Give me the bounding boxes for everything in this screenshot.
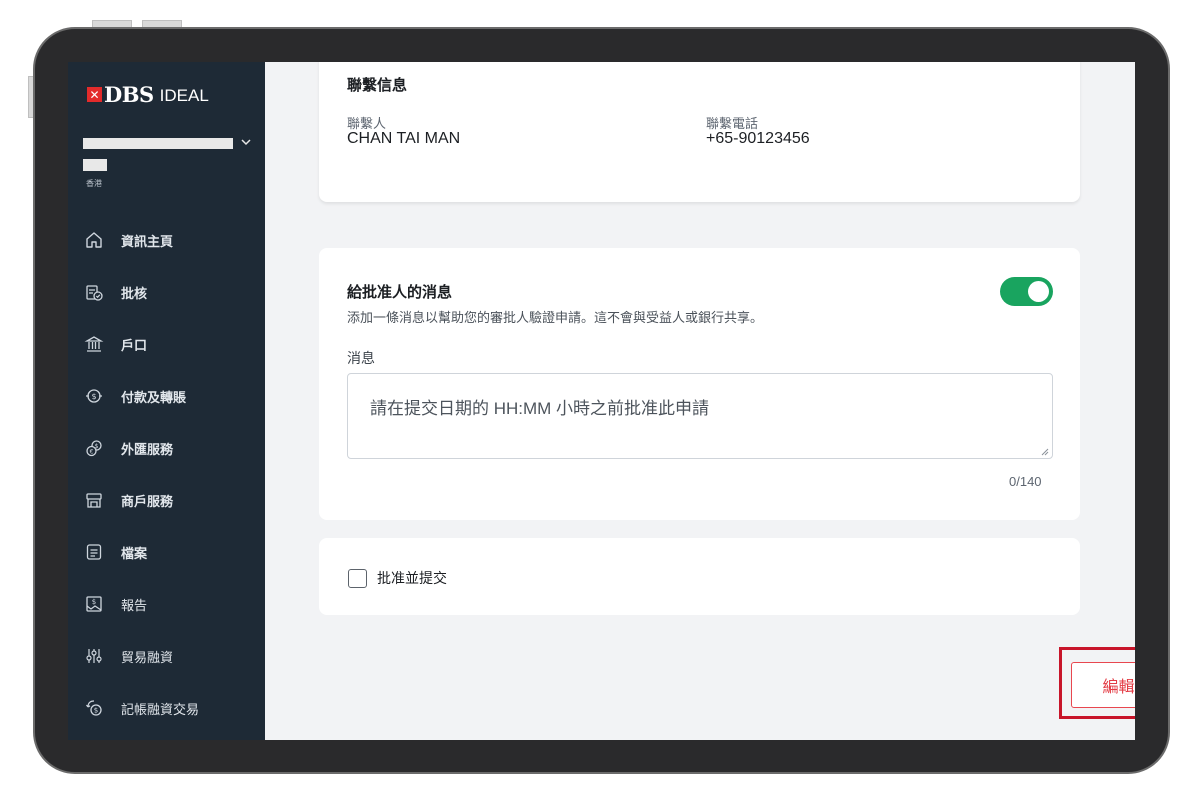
- sidebar-item-label: 外匯服務: [121, 442, 174, 458]
- sidebar-item-label: 付款及轉賬: [121, 390, 187, 406]
- transfer-icon: $: [83, 385, 105, 407]
- sidebar-item-approval[interactable]: 批核: [68, 274, 265, 310]
- sidebar-item-label: 批核: [121, 286, 148, 302]
- sidebar-item-files[interactable]: 檔案: [68, 534, 265, 570]
- receivable-icon: $: [83, 697, 105, 719]
- approve-submit-checkbox[interactable]: [348, 568, 367, 588]
- sidebar-item-label: 記帳融資交易: [121, 702, 200, 718]
- sidebar-item-label: 資訊主頁: [121, 234, 174, 250]
- svg-text:$: $: [95, 443, 99, 450]
- contact-info-title: 聯繫信息: [347, 76, 408, 94]
- approver-message-description: 添加一條消息以幫助您的審批人驗證申請。這不會與受益人或銀行共享。: [347, 311, 764, 326]
- fx-icon: $ €: [83, 437, 105, 459]
- chevron-down-icon[interactable]: [239, 135, 253, 149]
- home-icon: [83, 229, 105, 251]
- sidebar-item-label: 報告: [121, 598, 148, 614]
- bank-icon: [83, 333, 105, 355]
- approver-message-card: 給批准人的消息 添加一條消息以幫助您的審批人驗證申請。這不會與受益人或銀行共享。…: [319, 248, 1080, 520]
- svg-text:$: $: [92, 598, 96, 606]
- contact-person-value: CHAN TAI MAN: [347, 130, 461, 147]
- sidebar-item-payments[interactable]: $ 付款及轉賬: [68, 378, 265, 414]
- svg-text:$: $: [91, 392, 96, 401]
- svg-text:€: €: [90, 449, 94, 456]
- character-counter: 0/140: [1009, 474, 1042, 489]
- sidebar-item-label: 檔案: [121, 546, 148, 562]
- sidebar-item-dashboard[interactable]: 資訊主頁: [68, 222, 265, 258]
- approve-submit-checkbox-row[interactable]: 批准並提交: [348, 568, 447, 588]
- sidebar-item-label: 商戶服務: [121, 494, 174, 510]
- svg-text:$: $: [94, 707, 98, 715]
- approve-submit-label: 批准並提交: [377, 571, 447, 587]
- approve-submit-card: 批准並提交: [319, 538, 1080, 615]
- sidebar-item-receivable-finance[interactable]: $ 記帳融資交易: [68, 690, 265, 726]
- contact-info-card: 聯繫信息 聯繫人 CHAN TAI MAN 聯繫電話 +65-90123456: [319, 62, 1080, 202]
- approver-message-toggle[interactable]: [1000, 277, 1053, 306]
- sidebar-item-accounts[interactable]: 戶口: [68, 326, 265, 362]
- toggle-knob: [1028, 281, 1049, 302]
- trade-icon: [83, 645, 105, 667]
- app-screen: ✕ DBS IDEAL 香港 資訊主頁 批核 戶口 $ 付款及轉賬 $ € 外匯…: [68, 62, 1135, 740]
- sidebar-item-label: 戶口: [121, 338, 148, 354]
- sidebar-item-merchant[interactable]: 商戶服務: [68, 482, 265, 518]
- merchant-icon: [83, 489, 105, 511]
- resize-grip-icon[interactable]: [1039, 446, 1049, 456]
- sidebar: ✕ DBS IDEAL 香港 資訊主頁 批核 戶口 $ 付款及轉賬 $ € 外匯…: [68, 62, 265, 740]
- dbs-logo-mark: ✕: [87, 87, 102, 102]
- logo-ideal-text: IDEAL: [159, 86, 209, 105]
- sidebar-item-fx[interactable]: $ € 外匯服務: [68, 430, 265, 466]
- contact-phone-value: +65-90123456: [706, 130, 810, 147]
- account-id-redacted: [83, 159, 107, 171]
- logo-dbs-text: DBS: [104, 82, 154, 107]
- dbs-logo[interactable]: ✕ DBS IDEAL: [87, 82, 209, 107]
- approval-icon: [83, 281, 105, 303]
- file-icon: [83, 541, 105, 563]
- sidebar-item-label: 貿易融資: [121, 650, 174, 666]
- edit-button[interactable]: 編輯: [1071, 662, 1135, 708]
- message-textarea[interactable]: 請在提交日期的 HH:MM 小時之前批准此申請: [347, 373, 1053, 459]
- approver-message-title: 給批准人的消息: [347, 283, 453, 301]
- account-name-redacted: [83, 138, 233, 149]
- sidebar-item-trade-finance[interactable]: 貿易融資: [68, 638, 265, 674]
- report-icon: $: [83, 593, 105, 615]
- message-field-label: 消息: [347, 351, 375, 367]
- sidebar-item-reports[interactable]: $ 報告: [68, 586, 265, 622]
- main-content: 聯繫信息 聯繫人 CHAN TAI MAN 聯繫電話 +65-90123456 …: [265, 62, 1135, 740]
- account-region: 香港: [86, 179, 102, 188]
